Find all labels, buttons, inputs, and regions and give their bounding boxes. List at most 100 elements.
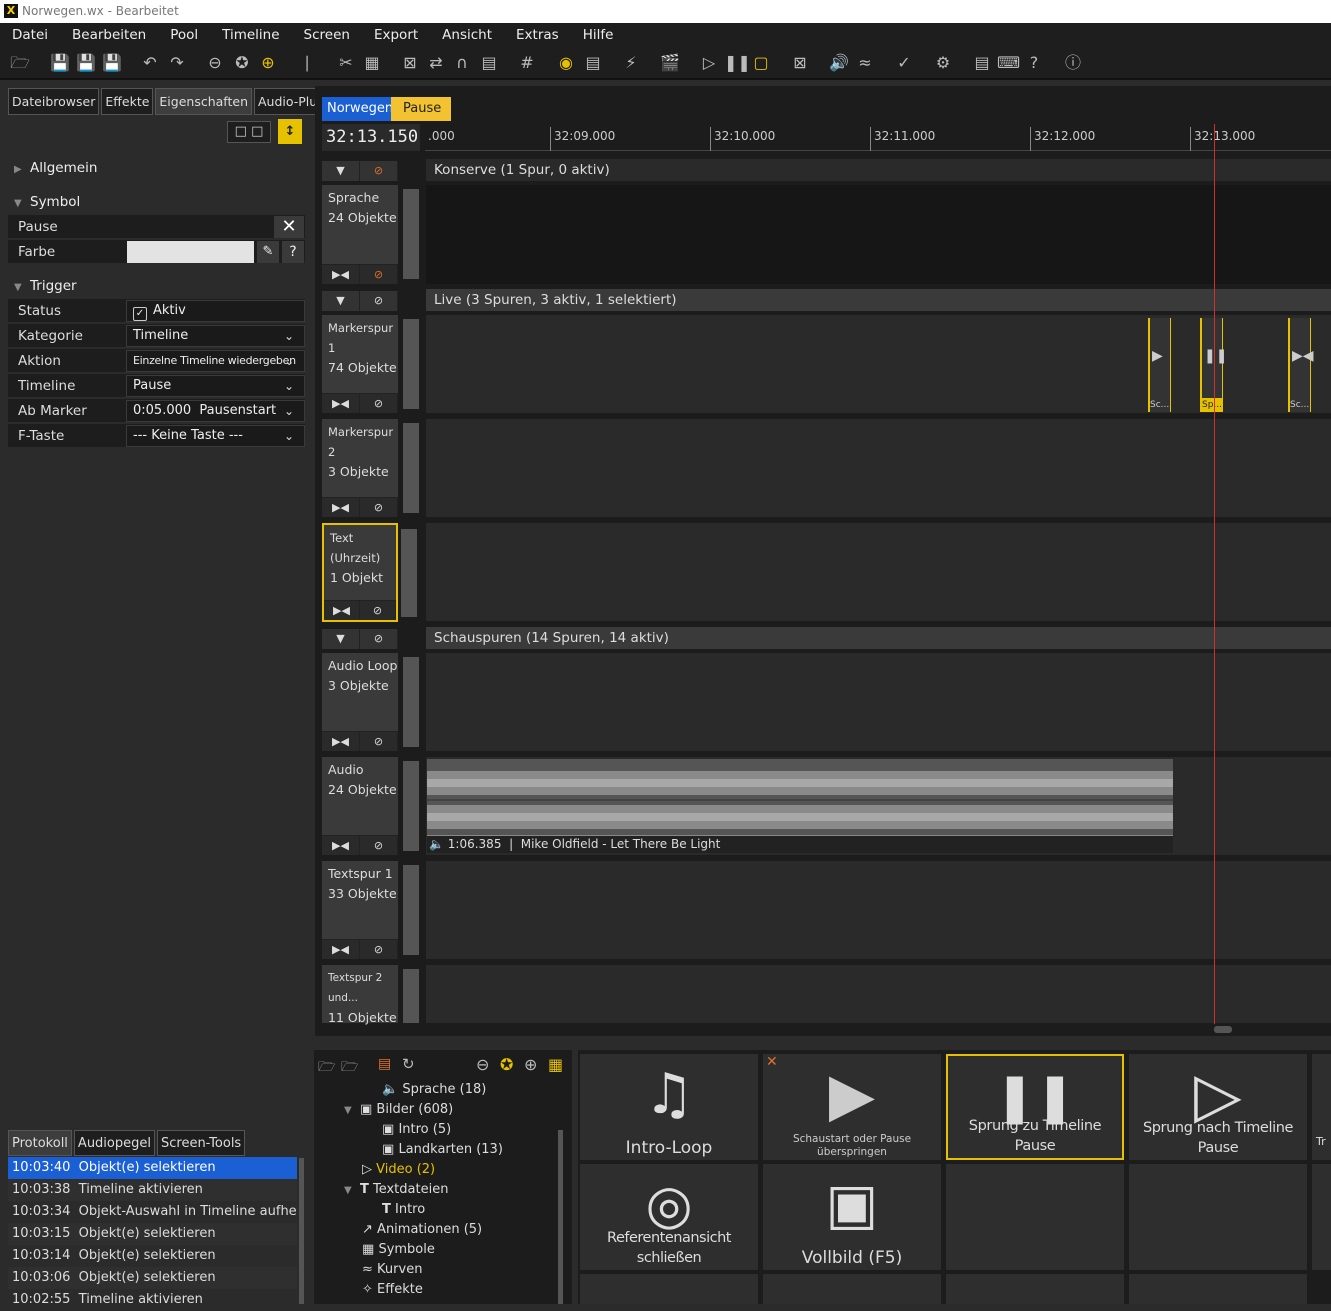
menu-export[interactable]: Export <box>374 27 418 43</box>
timeline-tab-norwegen[interactable]: Norwegen <box>322 97 399 121</box>
folder-icon[interactable]: 🗁 <box>318 1056 335 1080</box>
section-trigger[interactable]: ▼ Trigger <box>8 275 305 297</box>
timeline-tab-pause[interactable]: Pause <box>391 97 451 121</box>
open-folder-icon[interactable]: □ <box>251 124 263 139</box>
tab-effekte[interactable]: Effekte <box>101 88 154 115</box>
disable-icon[interactable]: ⊘ <box>360 600 396 620</box>
zoom-out-icon[interactable]: ⊖ <box>204 53 226 73</box>
tile-sprung-zu-timeline-pause[interactable]: ❚❚ Sprung zu Timeline Pause <box>946 1054 1124 1160</box>
tab-screen-tools[interactable]: Screen-Tools <box>156 1130 246 1156</box>
disable-icon[interactable]: ⊘ <box>360 939 398 959</box>
log-entry[interactable]: 10:03:14 Objekt(e) selektieren <box>8 1245 297 1267</box>
tree-item-video[interactable]: ▷ Video (2) <box>362 1160 435 1180</box>
save-all-icon[interactable]: 💾 <box>101 53 123 73</box>
lane-sprache[interactable] <box>426 185 1331 284</box>
ftaste-select[interactable]: --- Keine Taste --- ⌄ <box>126 425 305 447</box>
grid-view-icon[interactable]: ▦ <box>548 1055 563 1074</box>
undo-icon[interactable]: ↶ <box>139 53 161 73</box>
save-as-icon[interactable]: 💾 <box>75 53 97 73</box>
menu-screen[interactable]: Screen <box>304 27 350 43</box>
split-icon[interactable]: ▦ <box>361 53 383 73</box>
chat-icon[interactable]: ▤ <box>971 53 993 73</box>
speaker-icon[interactable]: 🔊 <box>828 53 850 73</box>
pause-icon[interactable]: ❚❚ <box>724 53 751 73</box>
disable-icon[interactable]: ⊘ <box>360 161 398 181</box>
log-entry[interactable]: 10:03:38 Timeline aktivieren <box>8 1179 297 1201</box>
menu-hilfe[interactable]: Hilfe <box>583 27 614 43</box>
marker-icon[interactable]: ▶◀ <box>322 264 360 284</box>
log-entry[interactable]: 10:02:55 Timeline aktivieren <box>8 1289 297 1311</box>
track-header-text-uhrzeit[interactable]: Text (Uhrzeit) 1 Objekt ▶◀ ⊘ <box>322 523 417 622</box>
refresh-icon[interactable]: ↻ <box>402 1055 415 1073</box>
tree-item-text-intro[interactable]: T Intro <box>382 1200 425 1220</box>
open-folder-icon[interactable]: 🗁 <box>341 1056 358 1080</box>
clapper-icon[interactable]: 🎬 <box>659 53 681 73</box>
keyboard-icon[interactable]: ⌨ <box>997 53 1020 73</box>
tree-item-intro[interactable]: ▣ Intro (5) <box>382 1120 451 1140</box>
lane-textspur-2[interactable] <box>426 965 1331 1023</box>
abmarker-select[interactable]: 0:05.000 Pausenstart ⌄ <box>126 400 305 422</box>
magnet-icon[interactable]: ∩ <box>451 53 473 73</box>
track-header-textspur-1[interactable]: Textspur 1 33 Objekte ▶◀ ⊘ <box>322 861 419 959</box>
chevron-down-icon[interactable]: ▼ <box>322 161 360 181</box>
tile-partial[interactable]: Tr <box>1312 1054 1331 1160</box>
log-entry[interactable]: 10:03:06 Objekt(e) selektieren <box>8 1267 297 1289</box>
section-symbol[interactable]: ▼ Symbol <box>8 191 305 213</box>
lane-textspur-1[interactable] <box>426 861 1331 959</box>
track-header-textspur-2[interactable]: Textspur 2 und... 11 Objekte <box>322 965 419 1025</box>
checklist-icon[interactable]: ✓ <box>893 53 915 73</box>
grid-icon[interactable]: # <box>516 53 538 73</box>
marker-icon[interactable]: ▶◀ <box>322 939 360 959</box>
marker-clip[interactable]: ▶◀ Sc... <box>1288 318 1314 412</box>
log-entry[interactable]: 10:03:40 Objekt(e) selektieren <box>8 1157 297 1179</box>
tree-item-symbole[interactable]: ▦ Symbole <box>362 1240 435 1260</box>
menu-ansicht[interactable]: Ansicht <box>442 27 492 43</box>
color-swatch[interactable] <box>127 241 254 263</box>
zoom-in-icon[interactable]: ⊕ <box>257 53 279 73</box>
list-icon[interactable]: ▤ <box>378 1056 391 1072</box>
disable-icon[interactable]: ⊘ <box>360 264 398 284</box>
collapse-icon[interactable]: ↕ <box>278 119 302 144</box>
menu-pool[interactable]: Pool <box>170 27 198 43</box>
time-ruler[interactable]: .000 32:09.000 32:10.000 32:11.000 32:12… <box>425 124 1331 151</box>
section-allgemein[interactable]: ▶ Allgemein <box>8 157 305 179</box>
info-icon[interactable]: ⓘ <box>1062 53 1084 73</box>
trigger-icon[interactable]: ⚡ <box>620 53 642 73</box>
cut-icon[interactable]: ✂ <box>335 53 357 73</box>
help-icon[interactable]: ? <box>282 241 304 263</box>
wifi-icon[interactable]: ≈ <box>854 53 876 73</box>
zoom-in-icon[interactable]: ⊕ <box>524 1055 537 1074</box>
play-icon[interactable]: ▷ <box>698 53 720 73</box>
disable-icon[interactable]: ⊘ <box>360 731 398 751</box>
tile-empty[interactable] <box>1312 1164 1331 1270</box>
tab-dateibrowser[interactable]: Dateibrowser <box>8 88 100 115</box>
tree-item-sprache[interactable]: 🔈 Sprache (18) <box>382 1080 486 1100</box>
tile-sprung-nach-timeline-pause[interactable]: ▷ Sprung nach Timeline Pause <box>1129 1054 1307 1160</box>
disable-icon[interactable]: ⊘ <box>360 629 398 649</box>
track-header-sprache[interactable]: Sprache 24 Objekte ▶◀ ⊘ <box>322 185 419 284</box>
menu-bearbeiten[interactable]: Bearbeiten <box>72 27 146 43</box>
eyedropper-icon[interactable]: ✎ <box>257 241 279 263</box>
tile-schaustart[interactable]: ✕ ▶ Schaustart oder Pause überspringen <box>763 1054 941 1160</box>
save-icon[interactable]: 💾 <box>49 53 71 73</box>
disable-icon[interactable]: ⊘ <box>360 497 398 517</box>
close-icon[interactable]: ✕ <box>766 1054 778 1070</box>
lane-markerspur-1[interactable] <box>426 315 1331 413</box>
tile-empty[interactable] <box>1129 1164 1307 1270</box>
tile-empty[interactable] <box>946 1274 1124 1304</box>
zoom-out-icon[interactable]: ⊖ <box>476 1055 489 1074</box>
align-icon[interactable]: ∣ <box>296 53 318 73</box>
marker-clip-selected[interactable]: ❚❚ Sp... <box>1200 318 1227 412</box>
tree-item-landkarten[interactable]: ▣ Landkarten (13) <box>382 1140 503 1160</box>
lane-audio-loop[interactable] <box>426 653 1331 751</box>
ruler-icon[interactable]: ▤ <box>478 53 500 73</box>
zoom-fit-icon[interactable]: ✪ <box>231 53 253 73</box>
marker-icon[interactable]: ▶◀ <box>322 497 360 517</box>
aktion-select[interactable]: Einzelne Timeline wiedergeben ⌄ <box>126 350 305 372</box>
marker-clip[interactable]: ▶ Sc... <box>1148 318 1171 412</box>
close-window-icon[interactable]: ⊠ <box>789 53 811 73</box>
chevron-down-icon[interactable]: ▼ <box>322 291 360 311</box>
playhead[interactable] <box>1214 124 1215 1024</box>
status-checkbox[interactable]: ✓ Aktiv <box>126 300 305 322</box>
tree-item-textdateien[interactable]: ▼ T Textdateien <box>344 1180 448 1201</box>
